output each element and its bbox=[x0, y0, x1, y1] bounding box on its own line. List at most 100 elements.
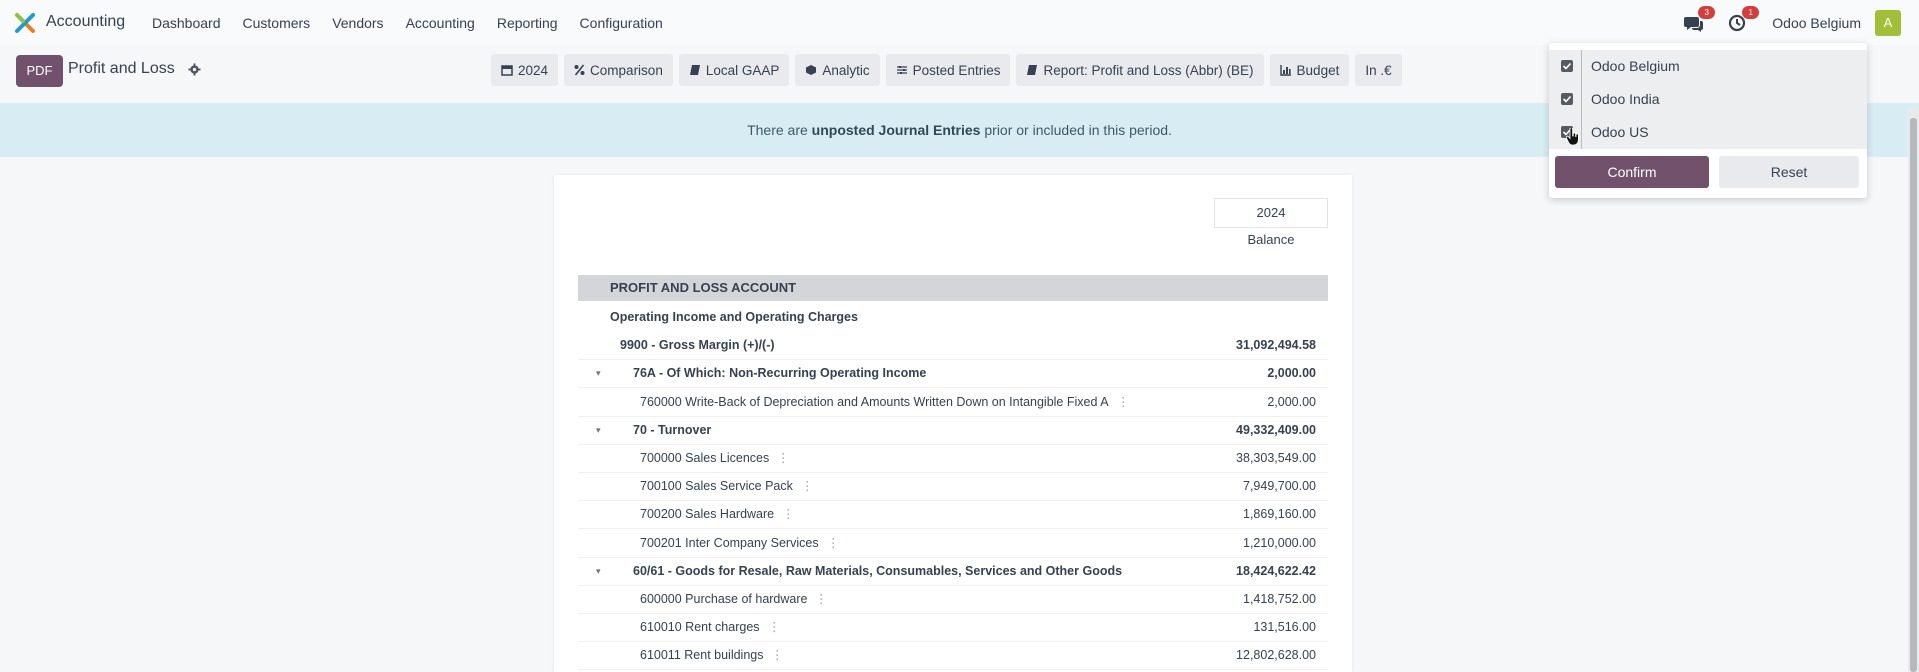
posted-entries-filter-label: Posted Entries bbox=[912, 62, 1001, 78]
option-divider bbox=[1581, 116, 1582, 149]
company-option[interactable]: Odoo India bbox=[1549, 83, 1867, 116]
account-line[interactable]: 600000 Purchase of hardware ⋮ 1,418,752.00 bbox=[578, 585, 1328, 614]
analytic-filter-button[interactable]: Analytic bbox=[795, 54, 880, 86]
report-line[interactable]: ▾ 70 - Turnover 49,332,409.00 bbox=[578, 416, 1328, 445]
report-line[interactable]: ▾ 60/61 - Goods for Resale, Raw Materials… bbox=[578, 557, 1328, 586]
posted-entries-filter-button[interactable]: Posted Entries bbox=[885, 54, 1011, 86]
line-balance[interactable]: 1,869,160.00 bbox=[1243, 500, 1316, 528]
local-gaap-filter-button[interactable]: Local GAAP bbox=[678, 54, 790, 86]
column-header-period[interactable]: 2024 bbox=[1214, 198, 1328, 228]
company-option[interactable]: Odoo US bbox=[1549, 116, 1867, 149]
line-balance[interactable]: 1,210,000.00 bbox=[1243, 529, 1316, 557]
reset-button[interactable]: Reset bbox=[1719, 156, 1859, 188]
caret-down-icon[interactable]: ▾ bbox=[596, 416, 601, 444]
line-balance[interactable]: 1,418,752.00 bbox=[1243, 585, 1316, 613]
report-line[interactable]: ▾ 76A - Of Which: Non-Recurring Operating… bbox=[578, 359, 1328, 389]
line-label: 700000 Sales Licences bbox=[640, 451, 770, 465]
line-label: 76A - Of Which: Non-Recurring Operating … bbox=[633, 366, 927, 381]
line-options-icon[interactable]: ⋮ bbox=[771, 641, 784, 669]
messages-button[interactable]: 3 bbox=[1684, 6, 1716, 34]
section-header: PROFIT AND LOSS ACCOUNT bbox=[578, 275, 1328, 301]
report-line[interactable]: Operating Income and Operating Charges bbox=[578, 303, 1328, 331]
line-options-icon[interactable]: ⋮ bbox=[777, 444, 790, 472]
line-label: 600000 Purchase of hardware bbox=[640, 592, 808, 606]
main-menu: Dashboard Customers Vendors Accounting R… bbox=[152, 15, 685, 31]
line-balance[interactable]: 31,092,494.58 bbox=[1236, 331, 1316, 359]
account-line[interactable]: 610010 Rent charges ⋮ 131,516.00 bbox=[578, 613, 1328, 643]
filter-bar: 2024 Comparison Local GAAP Analytic Post… bbox=[491, 54, 1408, 86]
line-options-icon[interactable]: ⋮ bbox=[768, 613, 781, 641]
line-balance[interactable]: 49,332,409.00 bbox=[1236, 416, 1316, 444]
menu-customers[interactable]: Customers bbox=[243, 15, 311, 31]
top-navbar: Accounting Dashboard Customers Vendors A… bbox=[0, 0, 1919, 45]
line-balance[interactable]: 18,424,622.42 bbox=[1236, 557, 1316, 585]
activities-button[interactable]: 1 bbox=[1728, 6, 1760, 34]
calendar-icon bbox=[501, 65, 513, 76]
line-balance[interactable]: 2,000.00 bbox=[1267, 388, 1316, 416]
line-options-icon[interactable]: ⋮ bbox=[827, 529, 840, 557]
confirm-button[interactable]: Confirm bbox=[1555, 156, 1709, 188]
account-line[interactable]: 700200 Sales Hardware ⋮ 1,869,160.00 bbox=[578, 500, 1328, 530]
company-switcher[interactable]: Odoo Belgium bbox=[1772, 15, 1861, 31]
account-line[interactable]: 760000 Write-Back of Depreciation and Am… bbox=[578, 388, 1328, 417]
alert-suffix: prior or included in this period. bbox=[980, 122, 1172, 138]
budget-filter-label: Budget bbox=[1296, 62, 1340, 78]
line-balance[interactable]: 2,000.00 bbox=[1267, 359, 1316, 387]
line-options-icon[interactable]: ⋮ bbox=[815, 585, 828, 613]
scrollbar-thumb[interactable] bbox=[1910, 118, 1917, 672]
company-option[interactable]: Odoo Belgium bbox=[1549, 50, 1867, 83]
menu-reporting[interactable]: Reporting bbox=[497, 15, 558, 31]
date-filter-label: 2024 bbox=[518, 62, 549, 78]
hand-cursor-icon bbox=[1566, 128, 1579, 146]
company-dropdown: Odoo Belgium Odoo India Odoo US Confirm Re… bbox=[1549, 43, 1867, 198]
line-balance[interactable]: 12,802,628.00 bbox=[1236, 641, 1316, 669]
line-options-icon[interactable]: ⋮ bbox=[782, 500, 795, 528]
book-icon bbox=[1027, 65, 1038, 75]
app-name[interactable]: Accounting bbox=[46, 13, 125, 31]
caret-down-icon[interactable]: ▾ bbox=[596, 359, 601, 387]
pdf-button[interactable]: PDF bbox=[16, 55, 63, 87]
line-label: 700100 Sales Service Pack bbox=[640, 479, 793, 494]
line-options-icon[interactable]: ⋮ bbox=[801, 472, 814, 500]
gear-icon[interactable] bbox=[188, 63, 201, 76]
menu-vendors[interactable]: Vendors bbox=[332, 15, 383, 31]
messages-badge: 3 bbox=[1698, 6, 1716, 19]
currency-filter-button[interactable]: In .€ bbox=[1355, 54, 1402, 86]
report-sheet: 2024 Balance PROFIT AND LOSS ACCOUNT Ope… bbox=[554, 175, 1352, 672]
alert-prefix: There are bbox=[747, 122, 812, 138]
line-options-icon[interactable]: ⋮ bbox=[1117, 388, 1130, 416]
comparison-filter-button[interactable]: Comparison bbox=[564, 54, 673, 86]
line-label: Operating Income and Operating Charges bbox=[610, 310, 858, 324]
unposted-entries-link[interactable]: unposted Journal Entries bbox=[812, 122, 981, 138]
line-balance[interactable]: 7,949,700.00 bbox=[1243, 472, 1316, 500]
menu-accounting[interactable]: Accounting bbox=[406, 15, 475, 31]
report-variant-button[interactable]: Report: Profit and Loss (Abbr) (BE) bbox=[1016, 54, 1264, 86]
vertical-scrollbar[interactable] bbox=[1908, 108, 1919, 672]
option-divider bbox=[1581, 83, 1582, 116]
section-header-label: PROFIT AND LOSS ACCOUNT bbox=[610, 280, 797, 295]
line-label: 760000 Write-Back of Depreciation and Am… bbox=[640, 394, 1109, 409]
budget-filter-button[interactable]: Budget bbox=[1269, 54, 1350, 86]
report-line[interactable]: 9900 - Gross Margin (+)/(-) 31,092,494.58 bbox=[578, 331, 1328, 361]
account-line[interactable]: 700100 Sales Service Pack ⋮ 7,949,700.00 bbox=[578, 472, 1328, 502]
accounting-app-icon[interactable] bbox=[14, 12, 36, 34]
date-filter-button[interactable]: 2024 bbox=[491, 54, 559, 86]
checkbox[interactable] bbox=[1561, 93, 1573, 105]
activities-badge: 1 bbox=[1742, 6, 1760, 19]
comparison-filter-label: Comparison bbox=[590, 62, 663, 78]
menu-configuration[interactable]: Configuration bbox=[580, 15, 663, 31]
menu-dashboard[interactable]: Dashboard bbox=[152, 15, 221, 31]
account-line[interactable]: 700000 Sales Licences ⋮ 38,303,549.00 bbox=[578, 444, 1328, 473]
line-balance[interactable]: 131,516.00 bbox=[1253, 613, 1316, 641]
caret-down-icon[interactable]: ▾ bbox=[596, 557, 601, 585]
avatar[interactable]: A bbox=[1875, 10, 1901, 36]
account-line[interactable]: 700201 Inter Company Services ⋮ 1,210,000.… bbox=[578, 529, 1328, 558]
check-icon bbox=[1562, 95, 1572, 103]
account-line[interactable]: 610011 Rent buildings ⋮ 12,802,628.00 bbox=[578, 641, 1328, 671]
line-balance[interactable]: 38,303,549.00 bbox=[1236, 444, 1316, 472]
report-variant-label: Report: Profit and Loss (Abbr) (BE) bbox=[1043, 62, 1254, 78]
column-header-balance: Balance bbox=[1247, 232, 1295, 247]
checkbox[interactable] bbox=[1561, 60, 1573, 72]
line-label: 70 - Turnover bbox=[633, 422, 712, 437]
percent-icon bbox=[574, 64, 585, 76]
